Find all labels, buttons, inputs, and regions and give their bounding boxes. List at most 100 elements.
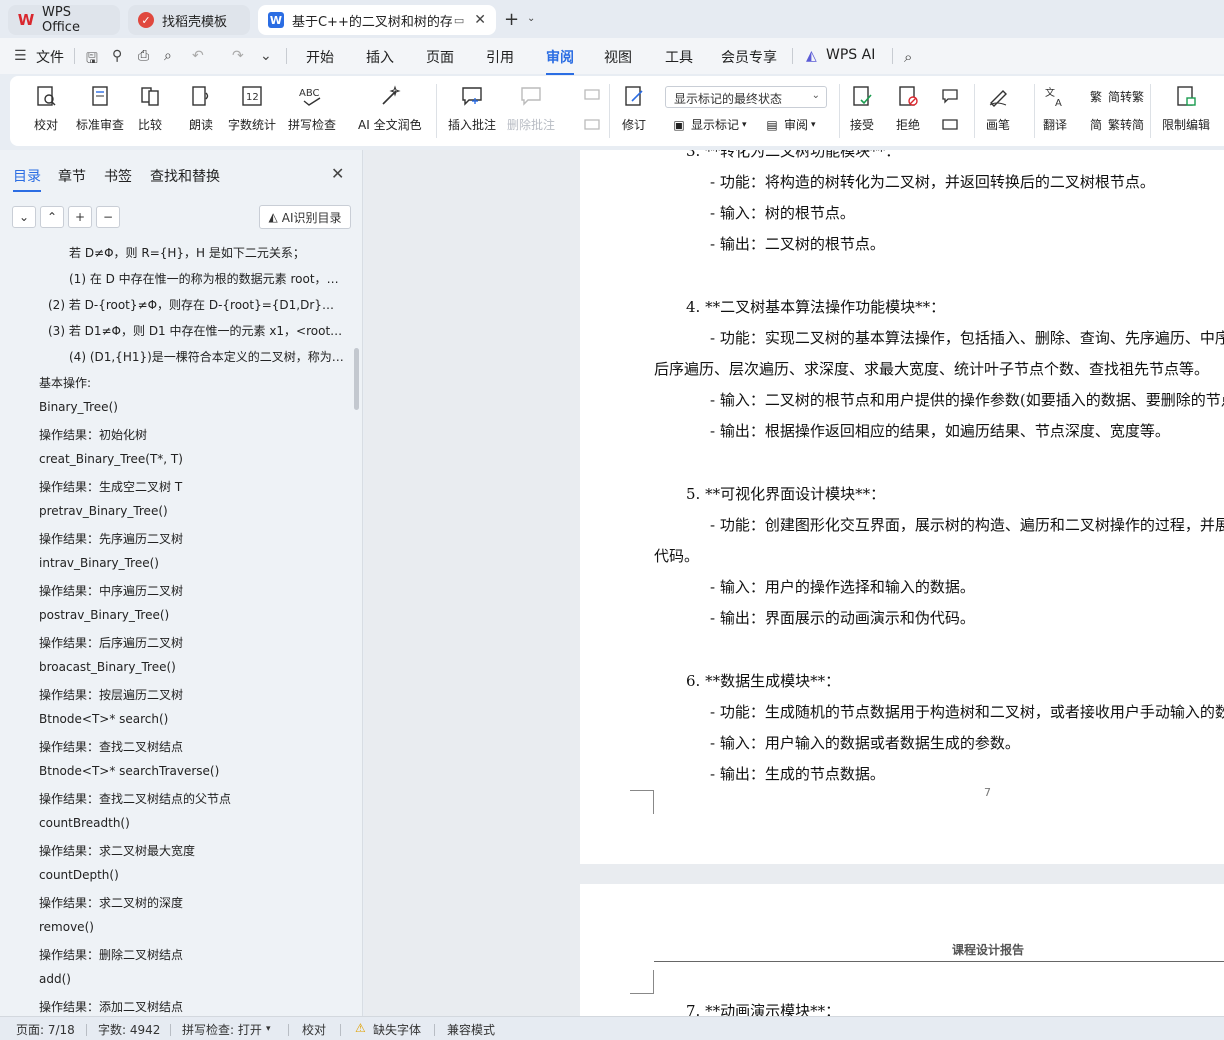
toc-item[interactable]: 操作结果：中序遍历二叉树 (39, 582, 344, 602)
toc-item[interactable]: 操作结果：删除二叉树结点 (39, 946, 344, 966)
menu-page[interactable]: 页面 (426, 47, 454, 67)
menu-reference[interactable]: 引用 (486, 47, 514, 67)
markup-state-select[interactable]: 显示标记的最终状态 ⌄ (665, 86, 827, 108)
menu-review[interactable]: 审阅 (546, 47, 574, 75)
next-comment-button[interactable] (578, 112, 606, 140)
ai-polish-button[interactable]: AI 全文润色 (358, 82, 422, 133)
toc-item[interactable]: 操作结果：生成空二叉树 T (39, 478, 344, 498)
menu-insert[interactable]: 插入 (366, 47, 394, 67)
toc-item[interactable]: 若 D≠Φ，则 R={H}，H 是如下二元关系； (69, 244, 344, 264)
undo-icon[interactable]: ↶ (192, 48, 204, 64)
to-simplified-button[interactable]: 简 繁转简 (1088, 116, 1144, 133)
toc-item[interactable]: (4) (D1,{H1})是一棵符合本定义的二叉树，称为根的左子树； (69, 348, 344, 368)
toc-item[interactable]: 操作结果：添加二叉树结点 (39, 998, 344, 1016)
toc-item[interactable]: (1) 在 D 中存在惟一的称为根的数据元素 root，在关系 H 下无前驱； (69, 270, 344, 290)
toc-item[interactable]: 操作结果：先序遍历二叉树 (39, 530, 344, 550)
tab-template[interactable]: ✓ 找稻壳模板 (128, 5, 250, 35)
read-aloud-button[interactable]: 朗读 (187, 82, 215, 133)
reject-button[interactable]: 拒绝 (894, 82, 922, 133)
toc-item[interactable]: 操作结果：初始化树 (39, 426, 344, 446)
search-icon[interactable]: ⌕ (904, 48, 912, 66)
menu-wps-ai[interactable]: WPS AI (826, 47, 875, 63)
collapse-up-button[interactable]: ⌃ (40, 206, 64, 228)
key-icon[interactable]: ⚲ (112, 48, 122, 64)
print-icon[interactable]: ⎙ (138, 48, 149, 64)
page-indicator[interactable]: 页面: 7/18 (16, 1021, 75, 1038)
tab-document[interactable]: W 基于C++的二叉树和树的存储 ▭ ✕ (258, 5, 496, 35)
menu-view[interactable]: 视图 (604, 47, 632, 67)
chevron-down-icon[interactable]: ▾ (266, 1024, 271, 1034)
proofread-button[interactable]: 校对 (32, 82, 60, 133)
menu-home[interactable]: 开始 (306, 47, 334, 67)
standard-review-button[interactable]: 标准审查 (76, 82, 124, 133)
toc-item[interactable]: countBreadth() (39, 816, 344, 836)
compare-button[interactable]: 比较 (136, 82, 164, 133)
toc-item[interactable]: 基本操作: (39, 374, 344, 394)
spell-check-status[interactable]: 拼写检查: 打开 (182, 1021, 262, 1038)
redo-icon[interactable]: ↷ (232, 48, 244, 64)
remove-heading-button[interactable]: − (96, 206, 120, 228)
tab-toc[interactable]: 目录 (13, 166, 41, 192)
print-preview-icon[interactable]: ⌕ (164, 48, 172, 64)
prev-comment-button[interactable] (578, 82, 606, 110)
toc-item[interactable]: 操作结果：按层遍历二叉树 (39, 686, 344, 706)
toc-item[interactable]: intrav_Binary_Tree() (39, 556, 344, 576)
close-panel-icon[interactable]: ✕ (331, 164, 344, 183)
toc-item[interactable]: (3) 若 D1≠Φ，则 D1 中存在惟一的元素 x1，<root,x1>∈H； (48, 322, 344, 342)
compat-mode-status[interactable]: 兼容模式 (447, 1021, 495, 1038)
monitor-icon[interactable]: ▭ (454, 14, 464, 27)
new-tab-icon[interactable]: + (504, 9, 519, 30)
menu-file[interactable]: 文件 (36, 47, 64, 67)
toc-item[interactable]: 操作结果：求二叉树最大宽度 (39, 842, 344, 862)
track-changes-button[interactable]: 修订 (620, 82, 648, 133)
show-markup-button[interactable]: ▣ 显示标记 ▾ (671, 116, 746, 133)
chevron-down-icon[interactable]: ⌄ (527, 13, 535, 24)
toc-item[interactable]: Btnode<T>* searchTraverse() (39, 764, 344, 784)
menu-member[interactable]: 会员专享 (721, 47, 777, 67)
panel-scrollbar[interactable] (354, 348, 359, 410)
ai-toc-button[interactable]: ◭ AI识别目录 (259, 205, 351, 229)
close-tab-icon[interactable]: ✕ (474, 12, 486, 28)
toc-item[interactable]: Btnode<T>* search() (39, 712, 344, 732)
delete-comment-button[interactable]: 删除批注 (507, 82, 555, 133)
word-count-indicator[interactable]: 字数: 4942 (98, 1021, 160, 1038)
restrict-edit-button[interactable]: 限制编辑 (1162, 82, 1210, 133)
accept-button[interactable]: 接受 (848, 82, 876, 133)
toc-item[interactable]: 操作结果：后序遍历二叉树 (39, 634, 344, 654)
to-traditional-button[interactable]: 繁 简转繁 (1088, 88, 1144, 105)
toc-item[interactable]: postrav_Binary_Tree() (39, 608, 344, 628)
document-page[interactable]: 课程设计报告 7. **动画演示模块**： (580, 884, 1224, 1016)
tab-wps-office[interactable]: W WPS Office (8, 5, 120, 35)
expand-down-button[interactable]: ⌄ (12, 206, 36, 228)
toc-item[interactable]: 操作结果：查找二叉树结点 (39, 738, 344, 758)
save-icon[interactable]: 🖫 (86, 48, 98, 72)
tab-find-replace[interactable]: 查找和替换 (150, 166, 220, 186)
toc-item[interactable]: broacast_Binary_Tree() (39, 660, 344, 680)
spell-check-button[interactable]: ABC 拼写检查 (288, 82, 336, 133)
menu-tools[interactable]: 工具 (665, 47, 693, 67)
hamburger-icon[interactable]: ☰ (14, 48, 27, 64)
prev-change-button[interactable] (936, 82, 964, 110)
tab-bookmarks[interactable]: 书签 (104, 166, 132, 186)
document-page[interactable]: 7 3. **转化为二叉树功能模块**： - 功能：将构造的树转化为二叉树，并返回… (580, 150, 1224, 864)
toc-item[interactable]: (2) 若 D-{root}≠Φ，则存在 D-{root}={D1,Dr}，且 … (48, 296, 344, 316)
translate-button[interactable]: 文A 翻译 (1041, 82, 1069, 133)
toc-item[interactable]: creat_Binary_Tree(T*, T) (39, 452, 344, 472)
toc-item[interactable]: pretrav_Binary_Tree() (39, 504, 344, 524)
insert-comment-button[interactable]: 插入批注 (448, 82, 496, 133)
toc-item[interactable]: countDepth() (39, 868, 344, 888)
pen-button[interactable]: 画笔 (984, 82, 1012, 133)
toc-item[interactable]: 操作结果：求二叉树的深度 (39, 894, 344, 914)
chevron-down-icon[interactable]: ⌄ (260, 48, 272, 64)
toc-item[interactable]: add() (39, 972, 344, 992)
word-count-button[interactable]: 12 字数统计 (228, 82, 276, 133)
toc-item[interactable]: remove() (39, 920, 344, 940)
toc-item[interactable]: 操作结果：查找二叉树结点的父节点 (39, 790, 344, 810)
next-change-button[interactable] (936, 112, 964, 140)
review-pane-button[interactable]: ▤ 审阅 ▾ (764, 116, 815, 133)
add-heading-button[interactable]: + (68, 206, 92, 228)
missing-font-status[interactable]: 缺失字体 (373, 1021, 421, 1038)
toc-item[interactable]: Binary_Tree() (39, 400, 344, 420)
tab-chapters[interactable]: 章节 (58, 166, 86, 186)
proofread-status[interactable]: 校对 (302, 1021, 326, 1038)
